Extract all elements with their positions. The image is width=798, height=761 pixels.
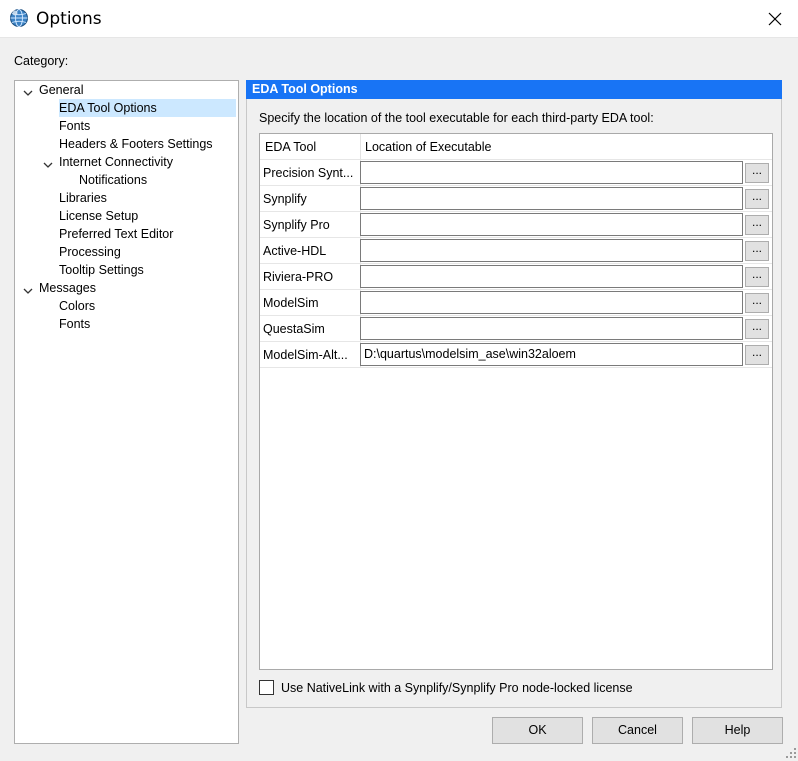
chevron-down-icon[interactable] [23,283,33,294]
resize-grip-icon[interactable] [786,747,796,758]
executable-path-input[interactable] [360,291,743,314]
tree-item-headers-footers[interactable]: Headers & Footers Settings [59,135,213,153]
ok-button[interactable]: OK [492,717,583,744]
browse-button[interactable]: ... [745,267,769,287]
table-row: QuestaSim ... [260,316,772,342]
close-icon [768,12,782,26]
tool-name: Synplify [263,192,307,206]
tree-item-internet-connectivity[interactable]: Internet Connectivity [43,153,173,171]
executable-path-input[interactable] [360,239,743,262]
tool-name: ModelSim-Alt... [263,348,348,362]
tree-item-messages[interactable]: Messages [23,279,96,297]
tool-name: Precision Synt... [263,166,354,180]
browse-button[interactable]: ... [745,293,769,313]
browse-button[interactable]: ... [745,319,769,339]
tool-name: QuestaSim [263,322,325,336]
category-label: Category: [14,54,69,68]
executable-path-input[interactable] [360,317,743,340]
executable-path-input[interactable] [360,187,743,210]
tree-item-processing[interactable]: Processing [59,243,121,261]
app-globe-icon [9,8,29,28]
chevron-down-icon[interactable] [23,85,33,96]
executable-path-input[interactable]: D:\quartus\modelsim_ase\win32aloem [360,343,743,366]
tool-name: Synplify Pro [263,218,330,232]
table-row: ModelSim-Alt... D:\quartus\modelsim_ase\… [260,342,772,368]
executable-path-input[interactable] [360,265,743,288]
tree-item-fonts[interactable]: Fonts [59,117,90,135]
tree-item-preferred-text-editor[interactable]: Preferred Text Editor [59,225,173,243]
tree-item-libraries[interactable]: Libraries [59,189,107,207]
browse-button[interactable]: ... [745,241,769,261]
tree-item-tooltip-settings[interactable]: Tooltip Settings [59,261,144,279]
column-header-eda-tool[interactable]: EDA Tool [265,140,316,154]
table-row: Synplify Pro ... [260,212,772,238]
table-row: Precision Synt... ... [260,160,772,186]
nativelink-checkbox[interactable] [259,680,274,695]
close-button[interactable] [752,0,798,38]
browse-button[interactable]: ... [745,345,769,365]
table-row: Synplify ... [260,186,772,212]
browse-button[interactable]: ... [745,163,769,183]
table-row: Active-HDL ... [260,238,772,264]
tree-item-colors[interactable]: Colors [59,297,95,315]
cancel-button[interactable]: Cancel [592,717,683,744]
tree-item-messages-fonts[interactable]: Fonts [59,315,90,333]
help-button[interactable]: Help [692,717,783,744]
nativelink-label[interactable]: Use NativeLink with a Synplify/Synplify … [281,681,633,695]
tree-item-eda-tool-options[interactable]: EDA Tool Options [59,99,236,117]
tool-name: Riviera-PRO [263,270,334,284]
eda-tool-table: EDA Tool Location of Executable Precisio… [259,133,773,670]
tool-name: Active-HDL [263,244,327,258]
table-header: EDA Tool Location of Executable [260,134,772,160]
executable-path-input[interactable] [360,161,743,184]
eda-tool-options-panel: Specify the location of the tool executa… [246,99,782,708]
category-tree[interactable]: General EDA Tool Options Fonts Headers &… [14,80,239,744]
executable-path-input[interactable] [360,213,743,236]
window-title: Options [36,9,102,29]
tree-item-notifications[interactable]: Notifications [79,171,147,189]
panel-description: Specify the location of the tool executa… [259,111,654,125]
browse-button[interactable]: ... [745,215,769,235]
title-bar: Options [0,0,798,38]
browse-button[interactable]: ... [745,189,769,209]
tree-item-general[interactable]: General [23,81,83,99]
tool-name: ModelSim [263,296,319,310]
column-header-location[interactable]: Location of Executable [365,140,491,154]
chevron-down-icon[interactable] [43,157,53,168]
table-row: ModelSim ... [260,290,772,316]
tree-item-license-setup[interactable]: License Setup [59,207,138,225]
panel-title: EDA Tool Options [246,80,782,99]
table-row: Riviera-PRO ... [260,264,772,290]
